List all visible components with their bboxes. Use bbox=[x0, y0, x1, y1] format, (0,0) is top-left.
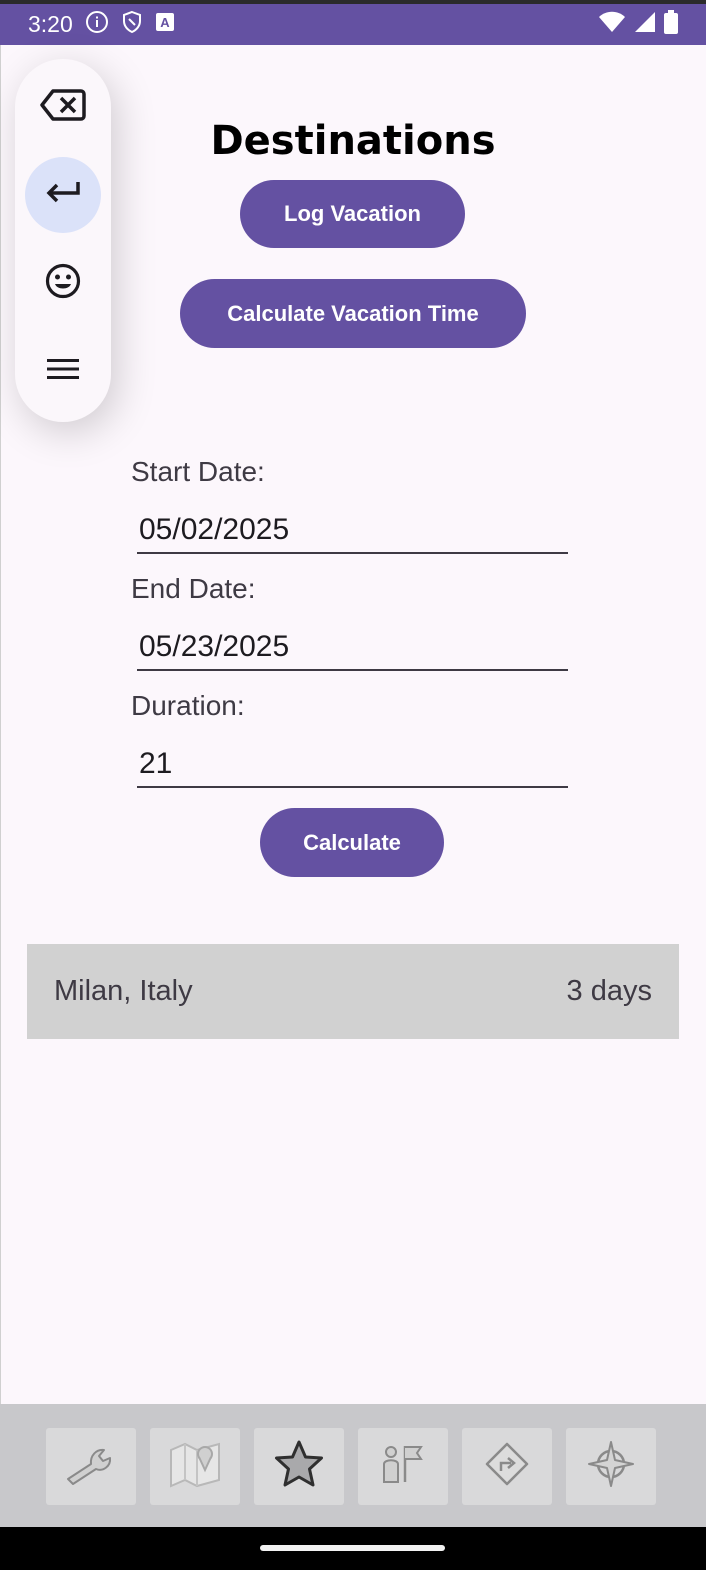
compass-icon bbox=[587, 1440, 635, 1493]
shield-icon bbox=[121, 10, 143, 39]
bottom-navigation bbox=[0, 1404, 706, 1527]
screen-edge bbox=[0, 45, 1, 1405]
status-time: 3:20 bbox=[28, 11, 73, 37]
tab-guide[interactable] bbox=[358, 1428, 448, 1505]
map-icon bbox=[167, 1440, 223, 1493]
signal-icon bbox=[634, 11, 656, 38]
duration-field[interactable] bbox=[137, 742, 568, 788]
person-flag-icon bbox=[379, 1440, 427, 1493]
svg-text:A: A bbox=[160, 15, 170, 30]
calculate-vacation-time-button[interactable]: Calculate Vacation Time bbox=[180, 279, 526, 348]
tab-directions[interactable] bbox=[462, 1428, 552, 1505]
start-date-label: Start Date: bbox=[131, 456, 265, 487]
duration-label: Duration: bbox=[131, 690, 245, 721]
emoji-button[interactable] bbox=[25, 245, 101, 321]
menu-icon bbox=[47, 357, 79, 386]
enter-button[interactable] bbox=[25, 157, 101, 233]
destination-duration: 3 days bbox=[566, 975, 652, 1007]
directions-icon bbox=[484, 1441, 530, 1492]
status-bar: 3:20 A bbox=[0, 4, 706, 45]
home-gesture-handle[interactable] bbox=[260, 1545, 445, 1551]
tab-favorites[interactable] bbox=[254, 1428, 344, 1505]
tab-compass[interactable] bbox=[566, 1428, 656, 1505]
calculate-button[interactable]: Calculate bbox=[260, 808, 444, 877]
backspace-icon bbox=[40, 88, 86, 127]
emoji-icon bbox=[45, 263, 81, 304]
star-icon bbox=[273, 1439, 325, 1494]
floating-keyboard-toolbar bbox=[15, 59, 111, 422]
end-date-field[interactable] bbox=[137, 625, 568, 671]
wifi-icon bbox=[598, 11, 626, 38]
wrench-icon bbox=[63, 1442, 119, 1491]
info-icon bbox=[85, 10, 109, 39]
battery-icon bbox=[664, 10, 678, 39]
destination-name: Milan, Italy bbox=[54, 975, 193, 1007]
end-date-label: End Date: bbox=[131, 573, 256, 604]
list-item[interactable]: Milan, Italy 3 days bbox=[27, 944, 679, 1039]
backspace-button[interactable] bbox=[25, 69, 101, 145]
menu-button[interactable] bbox=[25, 333, 101, 409]
tab-map[interactable] bbox=[150, 1428, 240, 1505]
enter-icon bbox=[45, 180, 81, 211]
tab-tools[interactable] bbox=[46, 1428, 136, 1505]
text-a-icon: A bbox=[155, 12, 175, 37]
start-date-field[interactable] bbox=[137, 508, 568, 554]
log-vacation-button[interactable]: Log Vacation bbox=[240, 180, 465, 248]
